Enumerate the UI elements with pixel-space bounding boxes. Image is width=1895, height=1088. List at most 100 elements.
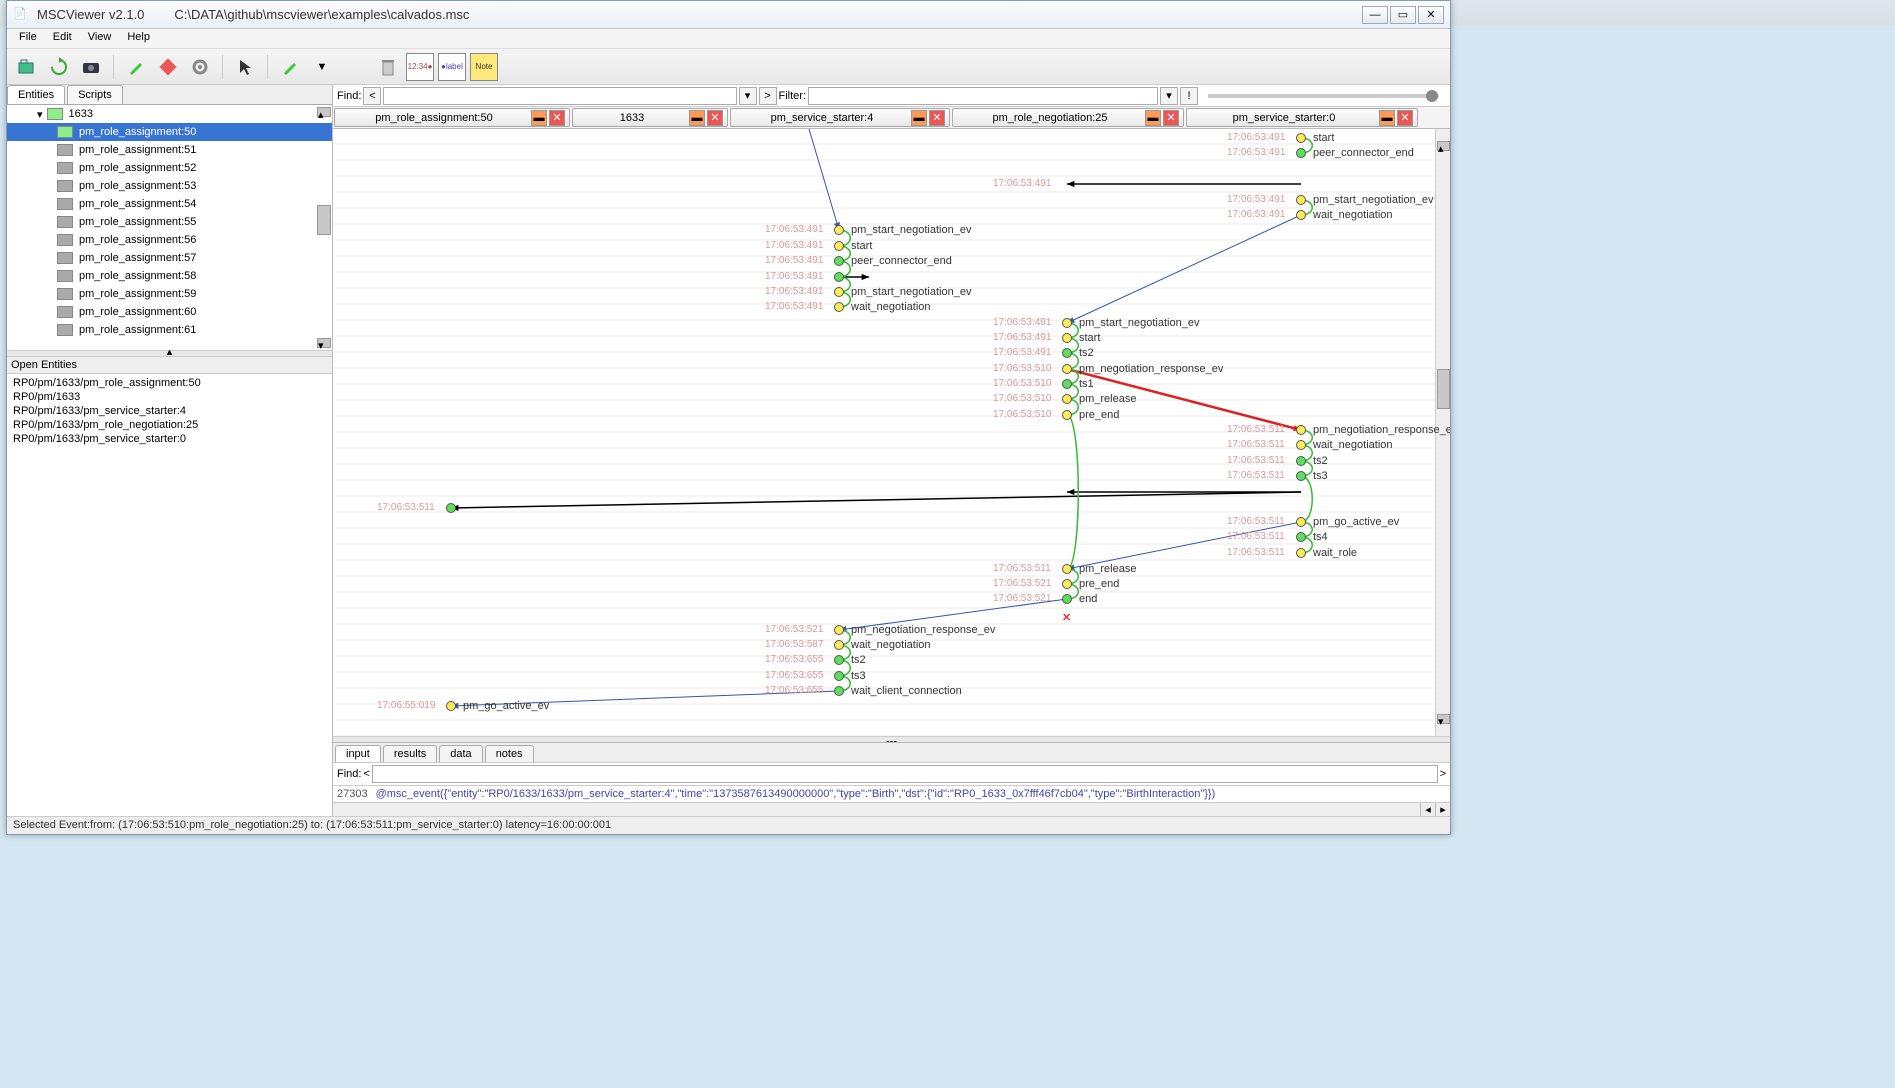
tree-item[interactable]: pm_role_assignment:58: [7, 267, 332, 285]
entity-column-header[interactable]: pm_role_assignment:50▬✕: [334, 108, 570, 127]
tree-item[interactable]: pm_role_assignment:56: [7, 231, 332, 249]
event-node[interactable]: [1296, 517, 1306, 527]
event-node[interactable]: [1296, 548, 1306, 558]
maximize-button[interactable]: ▭: [1390, 6, 1416, 24]
entity-min-icon[interactable]: ▬: [531, 110, 547, 126]
event-node[interactable]: [834, 655, 844, 665]
entity-column-header[interactable]: pm_role_negotiation:25▬✕: [952, 108, 1184, 127]
tree-item[interactable]: pm_role_assignment:59: [7, 285, 332, 303]
event-node[interactable]: [834, 256, 844, 266]
event-node[interactable]: [1062, 333, 1072, 343]
entity-close-icon[interactable]: ✕: [1163, 110, 1179, 126]
event-node[interactable]: [1062, 579, 1072, 589]
event-node[interactable]: [1296, 148, 1306, 158]
tree-item[interactable]: pm_role_assignment:50: [7, 123, 332, 141]
event-node[interactable]: [834, 671, 844, 681]
open-button[interactable]: [13, 53, 41, 81]
minimize-button[interactable]: —: [1362, 6, 1388, 24]
entity-min-icon[interactable]: ▬: [911, 110, 927, 126]
open-entity-item[interactable]: RP0/pm/1633/pm_role_negotiation:25: [9, 418, 330, 432]
event-node[interactable]: [446, 503, 456, 513]
horizontal-splitter[interactable]: ▴: [7, 350, 332, 357]
event-node[interactable]: [834, 302, 844, 312]
event-node[interactable]: [1296, 532, 1306, 542]
msc-diagram[interactable]: ▴▾ 17:06:53:491pm_start_negotiation_ev17…: [333, 129, 1450, 736]
entity-min-icon[interactable]: ▬: [1145, 110, 1161, 126]
filter-bang-button[interactable]: !: [1180, 87, 1198, 105]
find-input[interactable]: [383, 87, 736, 105]
open-entity-item[interactable]: RP0/pm/1633: [9, 390, 330, 404]
open-entity-item[interactable]: RP0/pm/1633/pm_service_starter:0: [9, 432, 330, 446]
tree-item[interactable]: pm_role_assignment:57: [7, 249, 332, 267]
event-node[interactable]: [834, 225, 844, 235]
event-node[interactable]: [1062, 394, 1072, 404]
tree-item[interactable]: pm_role_assignment:53: [7, 177, 332, 195]
event-node[interactable]: [834, 640, 844, 650]
tree-item[interactable]: pm_role_assignment:61: [7, 321, 332, 339]
bottom-find-prev[interactable]: <: [363, 768, 369, 780]
bottom-hscroll[interactable]: ◂▸: [333, 802, 1450, 816]
trash-button[interactable]: [374, 53, 402, 81]
entity-min-icon[interactable]: ▬: [689, 110, 705, 126]
event-node[interactable]: [1062, 364, 1072, 374]
toggle-note-button[interactable]: Note: [470, 53, 498, 81]
refresh-button[interactable]: [45, 53, 73, 81]
filter-dropdown[interactable]: ▾: [1160, 87, 1178, 105]
tree-scroll-up[interactable]: ▴: [317, 107, 331, 117]
entity-close-icon[interactable]: ✕: [1397, 110, 1413, 126]
tab-data[interactable]: data: [439, 745, 482, 762]
tree-item[interactable]: pm_role_assignment:51: [7, 141, 332, 159]
event-node[interactable]: [1296, 195, 1306, 205]
dropdown-button[interactable]: ▼: [308, 53, 336, 81]
find-prev-button[interactable]: <: [363, 87, 381, 105]
settings-button[interactable]: [186, 53, 214, 81]
open-entity-item[interactable]: RP0/pm/1633/pm_role_assignment:50: [9, 376, 330, 390]
event-node[interactable]: [1062, 348, 1072, 358]
pointer-button[interactable]: [231, 53, 259, 81]
entity-close-icon[interactable]: ✕: [929, 110, 945, 126]
event-node[interactable]: [834, 625, 844, 635]
tree-root[interactable]: ▾1633: [7, 105, 332, 123]
entity-min-icon[interactable]: ▬: [1379, 110, 1395, 126]
camera-button[interactable]: [77, 53, 105, 81]
tree-item[interactable]: pm_role_assignment:52: [7, 159, 332, 177]
find-next-button[interactable]: >: [759, 87, 777, 105]
entity-column-header[interactable]: pm_service_starter:4▬✕: [730, 108, 950, 127]
toggle-label-button[interactable]: ●label: [438, 53, 466, 81]
event-node[interactable]: [1062, 410, 1072, 420]
event-node[interactable]: [1296, 425, 1306, 435]
event-node[interactable]: [834, 287, 844, 297]
event-node[interactable]: [446, 701, 456, 711]
bottom-find-next[interactable]: >: [1440, 768, 1446, 780]
event-node[interactable]: [1296, 471, 1306, 481]
tree-scroll-down[interactable]: ▾: [317, 338, 331, 348]
tree-scroll-thumb[interactable]: [317, 205, 331, 235]
event-node[interactable]: [1062, 379, 1072, 389]
marker-green-button[interactable]: [122, 53, 150, 81]
entity-column-header[interactable]: pm_service_starter:0▬✕: [1186, 108, 1418, 127]
tab-scripts[interactable]: Scripts: [67, 85, 123, 104]
event-node[interactable]: [1296, 456, 1306, 466]
menu-file[interactable]: File: [11, 29, 45, 48]
event-node[interactable]: [1062, 564, 1072, 574]
event-node[interactable]: [1062, 318, 1072, 328]
event-node[interactable]: [834, 272, 844, 282]
entity-tree[interactable]: ▾1633 pm_role_assignment:50 pm_role_assi…: [7, 105, 332, 350]
tree-item[interactable]: pm_role_assignment:54: [7, 195, 332, 213]
toggle-time-button[interactable]: 12:34●: [406, 53, 434, 81]
open-entity-item[interactable]: RP0/pm/1633/pm_service_starter:4: [9, 404, 330, 418]
tab-results[interactable]: results: [383, 745, 437, 762]
marker-red-button[interactable]: [154, 53, 182, 81]
find-dropdown[interactable]: ▾: [739, 87, 757, 105]
event-node[interactable]: [1296, 133, 1306, 143]
tab-entities[interactable]: Entities: [7, 85, 65, 104]
menu-help[interactable]: Help: [119, 29, 158, 48]
event-node[interactable]: [834, 686, 844, 696]
menu-edit[interactable]: Edit: [45, 29, 80, 48]
tree-item[interactable]: pm_role_assignment:60: [7, 303, 332, 321]
bottom-find-input[interactable]: [372, 765, 1438, 783]
tab-notes[interactable]: notes: [485, 745, 534, 762]
tab-input[interactable]: input: [335, 745, 381, 762]
zoom-slider[interactable]: [1208, 94, 1438, 98]
entity-close-icon[interactable]: ✕: [707, 110, 723, 126]
